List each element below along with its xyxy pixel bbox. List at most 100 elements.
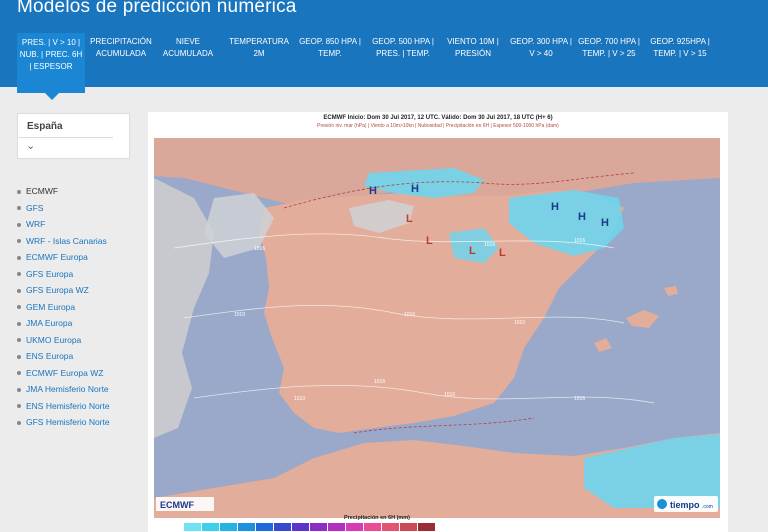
- bullet-icon: [17, 288, 21, 293]
- legend-swatch: [328, 523, 346, 531]
- model-list-item[interactable]: ENS Europa: [17, 351, 73, 361]
- model-list-label: ECMWF Europa WZ: [26, 367, 104, 378]
- tab-label-line2: 2M: [253, 49, 265, 58]
- model-list-label: GFS Europa: [26, 268, 74, 279]
- tab-label-line2: TEMP.: [318, 49, 342, 58]
- ecmwf-logo-text: ECMWF: [160, 500, 194, 510]
- model-list-label: ECMWF: [26, 186, 59, 196]
- legend-swatch: [292, 523, 310, 531]
- tab-label-line1: GEOP. 300 HPA |: [510, 37, 572, 46]
- tab-label-line2: V > 40: [529, 49, 553, 58]
- isobar-label: 1010: [234, 312, 245, 318]
- legend-swatch: [400, 523, 418, 531]
- tab-label-line2: PRES. | TEMP.: [376, 49, 430, 58]
- tiempo-logo-text: tiempo: [670, 500, 700, 510]
- high-pressure-mark: H: [551, 201, 559, 213]
- tab-label-line2: NUB. | PREC. 6H: [19, 50, 83, 59]
- tab-label-line2: TEMP. | V > 15: [653, 49, 707, 58]
- tab-6[interactable]: VIENTO 10M | PRESIÓN: [443, 36, 503, 60]
- tab-label-line1: GEOP. 925HPA |: [650, 37, 710, 46]
- tab-3[interactable]: TEMPERATURA 2M: [224, 36, 294, 60]
- legend-swatch: [418, 523, 436, 531]
- tab-2[interactable]: NIEVE ACUMULADA: [155, 36, 221, 60]
- model-list-item[interactable]: WRF - Islas Canarias: [17, 236, 107, 246]
- map-subtitle: Presión niv. mar (hPa) | Viento a 10m>10…: [317, 123, 559, 129]
- low-pressure-mark: L: [469, 245, 476, 257]
- model-list-item[interactable]: GFS Europa: [17, 269, 73, 279]
- region-select-value: España: [27, 121, 63, 132]
- legend-swatch: [202, 523, 220, 531]
- model-list-label: JMA Hemisferio Norte: [26, 384, 109, 394]
- legend-swatch: [364, 523, 382, 531]
- bullet-icon: [17, 404, 21, 409]
- tiempo-logo: tiempo .com: [654, 496, 718, 512]
- model-list-item[interactable]: GFS Hemisferio Norte: [17, 417, 110, 427]
- model-list-item[interactable]: WRF: [17, 219, 45, 229]
- bullet-icon: [17, 272, 21, 277]
- legend-swatch: [382, 523, 400, 531]
- model-list-item[interactable]: GEM Europa: [17, 302, 75, 312]
- model-list-label: GFS Europa WZ: [26, 285, 89, 295]
- bullet-icon: [17, 239, 21, 244]
- tab-1[interactable]: PRECIPITACIÓN ACUMULADA: [88, 36, 154, 60]
- isobar-label: 1016: [574, 238, 585, 244]
- legend-title: Precipitación en 6H (mm): [344, 515, 411, 521]
- model-list-item[interactable]: GFS: [17, 203, 43, 213]
- model-list-item[interactable]: ECMWF Europa: [17, 252, 88, 262]
- tab-9[interactable]: GEOP. 925HPA | TEMP. | V > 15: [645, 36, 715, 60]
- bullet-icon: [17, 189, 21, 194]
- low-pressure-mark: L: [426, 235, 433, 247]
- tab-label-line1: VIENTO 10M |: [447, 37, 499, 46]
- isobar-label: 1016: [574, 396, 585, 402]
- high-pressure-mark: H: [411, 183, 419, 195]
- legend-swatch: [310, 523, 328, 531]
- tab-4[interactable]: GEOP. 850 HPA | TEMP.: [297, 36, 363, 60]
- tab-label-line1: PRES. | V > 10 |: [21, 38, 81, 47]
- model-list-item[interactable]: JMA Europa: [17, 318, 72, 328]
- high-pressure-mark: H: [601, 217, 609, 229]
- model-list-item[interactable]: GFS Europa WZ: [17, 285, 89, 295]
- bullet-icon: [17, 255, 21, 260]
- model-list-item[interactable]: ENS Hemisferio Norte: [17, 401, 110, 411]
- model-list-label: ECMWF Europa: [26, 252, 88, 262]
- bullet-icon: [17, 387, 21, 392]
- tab-label-line2: ACUMULADA: [95, 49, 147, 58]
- model-list-label: GEM Europa: [26, 301, 76, 312]
- legend-swatch: [238, 523, 256, 531]
- bullet-icon: [17, 420, 21, 425]
- tab-0[interactable]: PRES. | V > 10 | NUB. | PREC. 6H | ESPESOR: [17, 33, 85, 100]
- model-list-item[interactable]: JMA Hemisferio Norte: [17, 384, 109, 394]
- legend-swatch: [346, 523, 364, 531]
- bullet-icon: [17, 338, 21, 343]
- isobar-label: 1016: [374, 379, 385, 385]
- chevron-down-icon[interactable]: ⌄: [26, 139, 35, 152]
- tab-7[interactable]: GEOP. 300 HPA | V > 40: [508, 36, 574, 60]
- tab-5[interactable]: GEOP. 500 HPA | PRES. | TEMP.: [365, 36, 441, 60]
- tab-label-line3: | ESPESOR: [29, 62, 73, 71]
- model-list-label: WRF - Islas Canarias: [26, 235, 107, 246]
- model-list-label: GFS: [26, 202, 44, 213]
- high-pressure-mark: H: [578, 211, 586, 223]
- low-pressure-mark: L: [499, 247, 506, 259]
- model-list-label: ENS Hemisferio Norte: [26, 400, 110, 411]
- tab-label-line1: PRECIPITACIÓN: [90, 37, 152, 46]
- model-list-label: JMA Europa: [26, 318, 73, 328]
- bullet-icon: [17, 305, 21, 310]
- tab-label-line1: GEOP. 500 HPA |: [372, 37, 434, 46]
- model-list-item[interactable]: ECMWF: [17, 186, 58, 196]
- model-list-label: GFS Hemisferio Norte: [26, 417, 110, 427]
- region-select-divider: [18, 137, 113, 138]
- isobar-label: 1016: [444, 392, 455, 398]
- bullet-icon: [17, 321, 21, 326]
- precipitation-legend: [184, 523, 436, 531]
- tab-label-line2: ACUMULADA: [162, 49, 214, 58]
- model-list-item[interactable]: UKMO Europa: [17, 335, 81, 345]
- page-title: Modelos de predicción numérica: [17, 0, 297, 17]
- region-select[interactable]: España ⌄: [17, 113, 130, 159]
- tab-label-line1: GEOP. 850 HPA |: [299, 37, 361, 46]
- model-list-item[interactable]: ECMWF Europa WZ: [17, 368, 103, 378]
- isobar-label: 1010: [514, 320, 525, 326]
- bullet-icon: [17, 354, 21, 359]
- tab-8[interactable]: GEOP. 700 HPA | TEMP. | V > 25: [575, 36, 643, 60]
- isobar-label: 1016: [404, 312, 415, 318]
